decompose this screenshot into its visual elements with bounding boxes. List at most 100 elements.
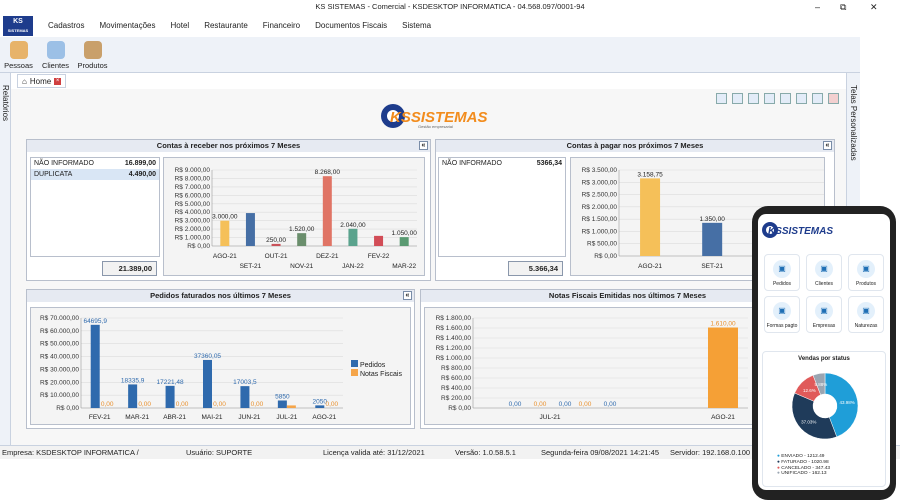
y-tick-label: R$ 50.000,00 (40, 341, 79, 348)
invoices-title: Notas Fiscais Emitidas nos últimos 7 Mes… (548, 291, 707, 300)
produtos-button[interactable]: Produtos (74, 37, 111, 72)
bar (708, 327, 738, 408)
pie-label: 5.88% (814, 382, 827, 387)
list-item[interactable]: NÃO INFORMADO 5366,34 (439, 158, 565, 169)
tab-bar: ⌂ Home × (11, 73, 846, 89)
tile-formas-pagto[interactable]: ▣ Formas pagto (764, 296, 800, 333)
menu-sistema[interactable]: Sistema (402, 21, 431, 30)
y-tick-label: R$ 2.000,00 (175, 226, 211, 233)
brand-logo: KSSISTEMAS Gestão empresarial (381, 104, 488, 129)
menu-hotel[interactable]: Hotel (171, 21, 190, 30)
y-tick-label: R$ 30.000,00 (40, 366, 79, 373)
tile-clientes[interactable]: ▣ Clientes (806, 254, 842, 291)
bar (640, 178, 661, 256)
status-version: Versão: 1.0.58.5.1 (455, 448, 516, 457)
data-label: 17003,5 (233, 379, 257, 386)
svg-text:Gestão empresarial: Gestão empresarial (418, 124, 453, 129)
x-tick-label: SET-21 (240, 263, 262, 270)
close-icon[interactable] (828, 93, 839, 104)
clientes-button[interactable]: Clientes (37, 37, 74, 72)
y-tick-label: R$ 1.500,00 (582, 216, 618, 223)
svg-text:KSSISTEMAS: KSSISTEMAS (768, 226, 833, 237)
bar (165, 385, 175, 408)
pessoas-button[interactable]: Pessoas (0, 37, 37, 72)
data-label: 37360,05 (194, 353, 221, 360)
tile-naturezas[interactable]: ▣ Naturezas (848, 296, 884, 333)
collapse-icon[interactable]: « (823, 141, 832, 150)
menu-restaurante[interactable]: Restaurante (204, 21, 248, 30)
reports-sidebar[interactable]: Relatórios (0, 73, 11, 445)
data-label: 0,00 (604, 401, 617, 408)
export-icon[interactable] (764, 93, 775, 104)
bar (315, 405, 325, 408)
y-tick-label: R$ 600,00 (441, 375, 471, 382)
close-window-button[interactable]: ✕ (870, 0, 878, 14)
y-tick-label: R$ 7.000,00 (175, 184, 211, 191)
data-label: 3.158,75 (637, 171, 663, 178)
x-tick-label: FEV-21 (89, 414, 111, 421)
data-label: 0,00 (176, 401, 189, 408)
pie-label: 43.98% (839, 400, 854, 405)
data-label: 0,00 (251, 401, 264, 408)
tile-produtos[interactable]: ▣ Produtos (848, 254, 884, 291)
menu-cadastros[interactable]: Cadastros (48, 21, 84, 30)
close-tab-icon[interactable]: × (54, 77, 62, 85)
data-label: 0,00 (213, 401, 226, 408)
y-tick-label: R$ 1.000,00 (175, 235, 211, 242)
people-icon (9, 41, 28, 59)
x-tick-label: DEZ-21 (316, 253, 339, 260)
y-tick-label: R$ 0,00 (448, 405, 471, 412)
bar (240, 386, 250, 408)
tile-empresas[interactable]: ▣ Empresas (806, 296, 842, 333)
collapse-icon[interactable]: « (419, 141, 428, 150)
y-tick-label: R$ 2.000,00 (582, 204, 618, 211)
data-label: 17221,48 (157, 379, 184, 386)
data-label: 2.040,00 (340, 222, 366, 229)
x-tick-label: JAN-22 (342, 263, 364, 270)
menu-movimentacoes[interactable]: Movimentações (99, 21, 155, 30)
status-datetime: Segunda-feira 09/08/2021 14:21:45 (541, 448, 660, 457)
receivables-total: 21.389,00 (102, 261, 157, 276)
data-label: 8.268,00 (315, 169, 341, 176)
settings-icon[interactable] (716, 93, 727, 104)
menu-financeiro[interactable]: Financeiro (263, 21, 300, 30)
x-tick-label: MAR-22 (392, 263, 416, 270)
x-tick-label: NOV-21 (290, 263, 314, 270)
search-icon[interactable] (732, 93, 743, 104)
collapse-icon[interactable]: « (403, 291, 412, 300)
receivables-chart: R$ 0,00 R$ 1.000,00 R$ 2.000,00 R$ 3.000,00… (163, 157, 425, 276)
y-tick-label: R$ 800,00 (441, 365, 471, 372)
toolbar: Pessoas Clientes Produtos (0, 37, 860, 73)
y-tick-label: R$ 60.000,00 (40, 328, 79, 335)
phone-logo: KSSISTEMAS (762, 222, 833, 238)
receivables-title: Contas à receber nos próximos 7 Meses (156, 141, 301, 150)
bar (702, 222, 723, 256)
receivables-list: NÃO INFORMADO 16.899,00 DUPLICATA 4.490,00 (30, 157, 160, 257)
list-item[interactable]: NÃO INFORMADO 16.899,00 (31, 158, 159, 169)
pie-label: 12.6% (803, 388, 816, 393)
menu-documentos-fiscais[interactable]: Documentos Fiscais (315, 21, 387, 30)
tile-pedidos[interactable]: ▣ Pedidos (764, 254, 800, 291)
y-tick-label: R$ 2.500,00 (582, 192, 618, 199)
excel-icon[interactable] (780, 93, 791, 104)
y-tick-label: R$ 5.000,00 (175, 201, 211, 208)
data-label: 0,00 (101, 401, 114, 408)
x-tick-label: ABR-21 (163, 414, 186, 421)
minimize-button[interactable]: – (815, 0, 820, 14)
tab-home[interactable]: ⌂ Home × (17, 74, 67, 88)
y-tick-label: R$ 0,00 (594, 253, 617, 260)
orders-legend: Pedidos Notas Fiscais (351, 360, 402, 378)
list-item[interactable]: DUPLICATA 4.490,00 (31, 169, 159, 180)
data-label: 18335,9 (121, 377, 145, 384)
data-label: 1.610,00 (710, 321, 736, 328)
refresh-icon[interactable] (796, 93, 807, 104)
y-tick-label: R$ 1.400,00 (436, 335, 472, 342)
menu-bar: KS SISTEMAS Cadastros Movimentações Hotel… (0, 14, 860, 37)
restore-button[interactable]: ⧉ (840, 0, 846, 14)
undo-icon[interactable] (812, 93, 823, 104)
bar (245, 213, 255, 246)
data-label: 0,00 (509, 401, 522, 408)
save-icon[interactable] (748, 93, 759, 104)
data-label: 5850 (275, 393, 290, 400)
y-tick-label: R$ 6.000,00 (175, 192, 211, 199)
